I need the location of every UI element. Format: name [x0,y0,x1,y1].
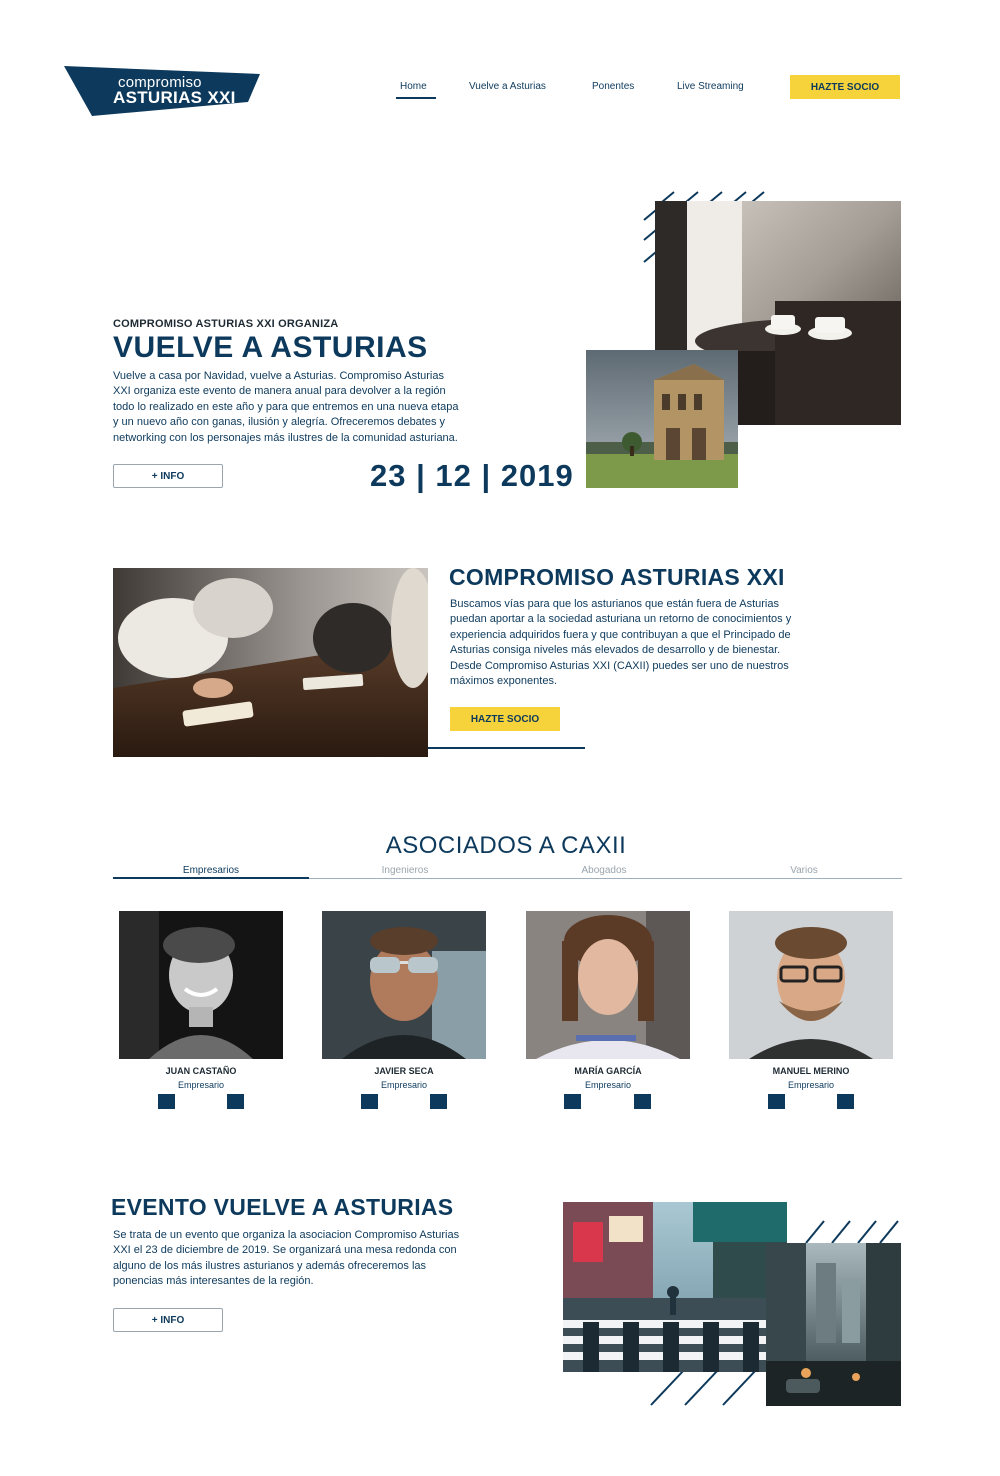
tab-varios[interactable]: Varios [706,865,902,876]
about-paragraph: Buscamos vías para que los asturianos qu… [450,597,791,689]
social-icon[interactable] [564,1094,581,1109]
member-role: Empresario [380,1080,427,1090]
hero-info-button[interactable]: + INFO [113,464,223,488]
tab-ingenieros[interactable]: Ingenieros [307,865,503,876]
meeting-photo [113,568,428,757]
about-hazte-socio-button[interactable]: HAZTE SOCIO [450,707,560,731]
nav-ponentes[interactable]: Ponentes [592,81,634,92]
social-icon[interactable] [837,1094,854,1109]
event-paragraph-line: alguno de los más ilustres asturianos y … [113,1259,427,1272]
tab-abogados[interactable]: Abogados [506,865,702,876]
about-paragraph-line: Buscamos vías para que los asturianos qu… [450,598,779,610]
hero-paragraph-line: y un nuevo año con ganas, ilusión y aleg… [113,416,446,429]
social-icon[interactable] [768,1094,785,1109]
event-paragraph-line: Se trata de un evento que organiza la as… [113,1229,460,1241]
member-name: MANUEL MERINO [772,1066,850,1076]
nav-vuelve-a-asturias[interactable]: Vuelve a Asturias [469,81,546,92]
logo-text-bottom: ASTURIAS XXI [113,88,236,107]
event-paragraph: Se trata de un evento que organiza la as… [113,1228,459,1290]
hero-paragraph-line: todo lo realizado en este año y para que… [113,400,459,413]
member-name: JAVIER SECA [374,1066,434,1076]
nav-live-streaming[interactable]: Live Streaming [677,81,744,92]
social-icon[interactable] [227,1094,244,1109]
social-icon[interactable] [361,1094,378,1109]
member-photo [526,911,690,1059]
member-role: Empresario [787,1080,834,1090]
hero-title: VUELVE A ASTURIAS [113,331,428,364]
hero-paragraph: Vuelve a casa por Navidad, vuelve a Astu… [113,369,459,446]
event-info-button[interactable]: + INFO [113,1308,223,1332]
event-title: EVENTO VUELVE A ASTURIAS [111,1194,454,1220]
event-date: 23 | 12 | 2019 [370,458,574,493]
header-hazte-socio-button[interactable]: HAZTE SOCIO [790,75,900,99]
member-role: Empresario [584,1080,631,1090]
city-street-photo [766,1243,901,1406]
social-icon[interactable] [430,1094,447,1109]
nav-active-indicator [396,97,436,99]
about-paragraph-line: máximos exponentes. [450,675,557,688]
tab-active-indicator [113,877,309,879]
member-name: JUAN CASTAÑO [165,1066,237,1076]
event-paragraph-line: XXI el 23 de diciembre de 2019. Se organ… [113,1244,457,1257]
member-role: Empresario [177,1080,224,1090]
about-title: COMPROMISO ASTURIAS XXI [449,564,785,590]
member-photo [322,911,486,1059]
hero-paragraph-line: XXI organiza este evento de manera anual… [113,385,446,398]
member-photo [119,911,283,1059]
associates-title: ASOCIADOS A CAXII [385,832,627,859]
about-paragraph-line: experiencia adquiridos fuera y que contr… [450,628,791,641]
social-icon[interactable] [634,1094,651,1109]
city-crosswalk-photo [563,1202,787,1372]
nav-home[interactable]: Home [400,81,427,92]
about-paragraph-line: Asturias consiga niveles más elevados de… [450,644,781,657]
member-photo [729,911,893,1059]
about-accent-line [428,747,585,749]
tab-empresarios[interactable]: Empresarios [113,865,309,876]
event-paragraph-line: ponencias más interesantes de la región. [113,1275,314,1288]
hero-kicker: COMPROMISO ASTURIAS XXI ORGANIZA [113,318,339,330]
hero-paragraph-line: networking con los personajes más ilustr… [113,431,458,444]
member-name: MARÍA GARCÍA [574,1066,642,1076]
social-icon[interactable] [158,1094,175,1109]
church-photo [586,350,738,488]
hero-paragraph-line: Vuelve a casa por Navidad, vuelve a Astu… [113,370,444,382]
about-paragraph-line: Desde Compromiso Asturias XXI (CAXII) pu… [450,659,789,672]
about-paragraph-line: puedan aportar a la sociedad asturiana u… [450,613,792,626]
